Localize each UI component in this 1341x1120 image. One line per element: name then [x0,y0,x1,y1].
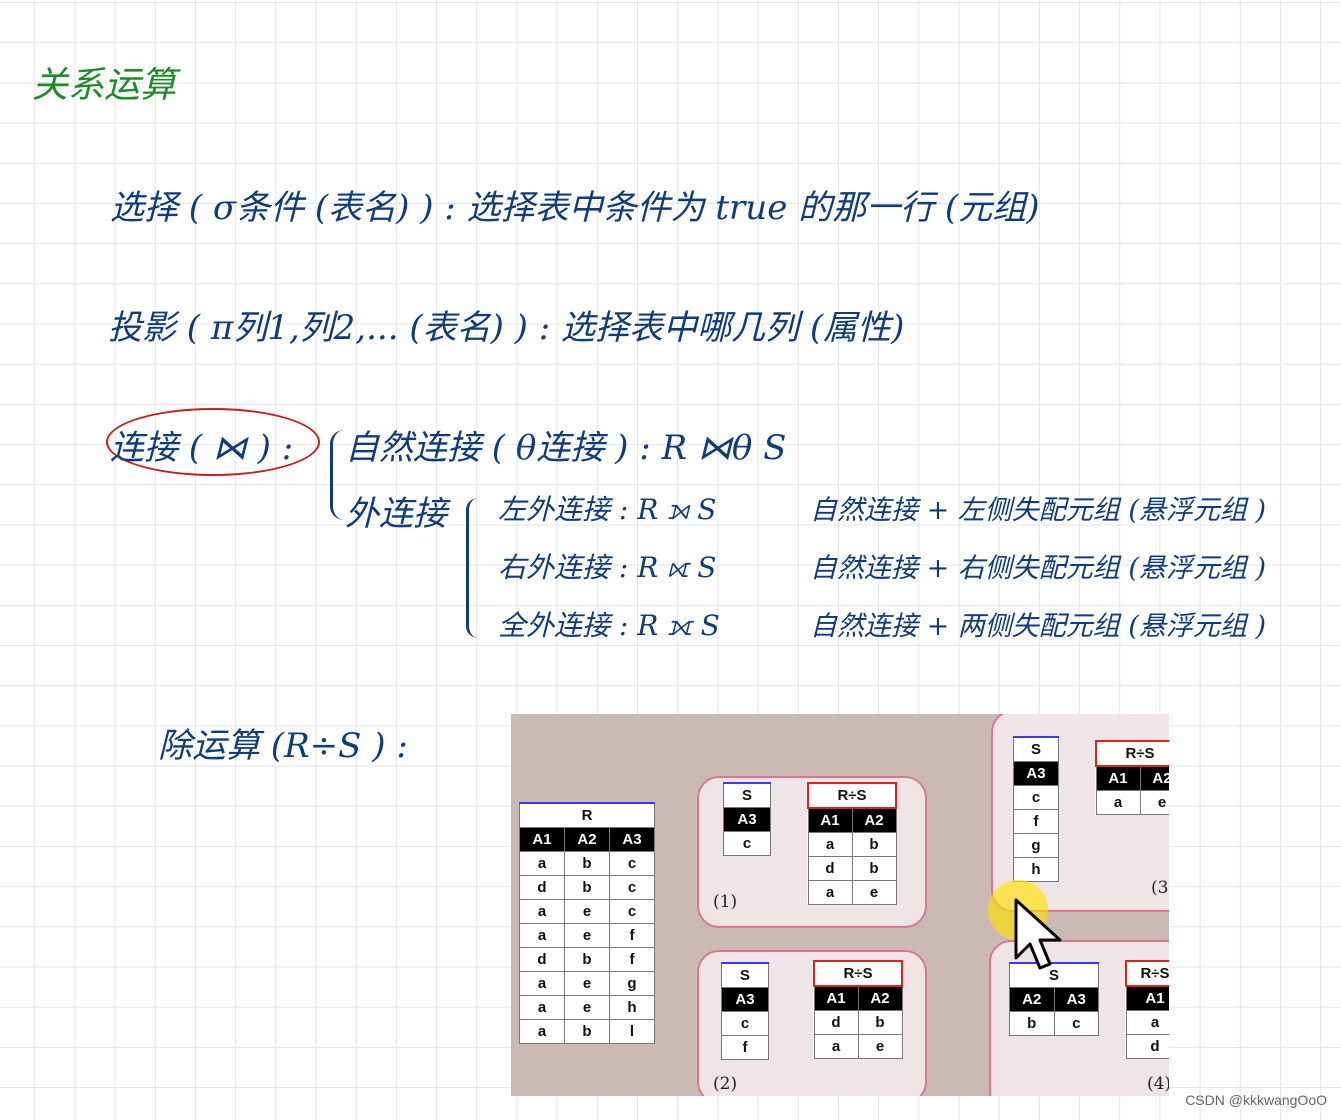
table-cell: e [564,971,610,996]
table-s-case3: S A3 c f g h [1013,736,1059,882]
table-cell: b [851,832,897,857]
column-header: A2 [564,827,610,852]
pointer-icon [1014,898,1062,970]
table-cell: g [1013,833,1059,858]
table-s-case1: S A3 c [723,782,771,856]
table-caption: R÷S [1125,960,1169,987]
table-cell: d [813,1010,859,1035]
table-cell: f [609,947,655,972]
table-cell: d [519,875,565,900]
table-cell: a [519,995,565,1020]
table-result-case1: R÷S A1 A2 ab db ae [807,782,897,905]
table-cell: h [609,995,655,1020]
case-label: (1) [713,892,738,912]
table-caption: S [721,962,769,988]
page-title: 关系运算 [32,65,177,106]
table-result-case3: R÷S A1 A2 ae [1095,740,1169,815]
table-cell: a [519,899,565,924]
table-cell: a [1095,790,1141,815]
table-cell: e [851,880,897,905]
table-result-case4: R÷S A1 a d [1125,960,1169,1059]
column-header: A2 [851,807,897,833]
join-note-label: 连接 ( ⋈ ) : [110,428,294,468]
division-note: 除运算 (R÷S ) : [158,726,408,766]
table-s-case2: S A3 c f [721,962,769,1060]
table-cell: f [1013,809,1059,834]
outer-join-label: 外连接 [345,494,447,534]
full-outer-join-desc: 自然连接 + 两侧失配元组 (悬浮元组 ) [810,611,1267,642]
column-header: A1 [813,985,859,1011]
table-cell: a [807,832,853,857]
table-cell: b [564,1019,610,1044]
table-cell: d [519,947,565,972]
outer-join-brace [466,498,481,638]
table-cell: f [609,923,655,948]
mouse-cursor [988,880,1062,970]
table-cell: c [1053,1011,1099,1036]
column-header: A1 [1125,985,1169,1011]
case-label: (4) [1147,1074,1169,1094]
table-caption: R÷S [807,782,897,809]
table-cell: e [564,995,610,1020]
column-header: A3 [723,807,771,832]
table-caption: R÷S [813,960,903,987]
right-outer-join-note: 右外连接 : R ⟖ S [498,551,717,584]
table-cell: c [721,1011,769,1036]
table-cell: b [1009,1011,1055,1036]
case-label: (2) [713,1074,738,1094]
table-cell: e [564,899,610,924]
table-cell: a [807,880,853,905]
table-result-case2: R÷S A1 A2 db ae [813,960,903,1059]
table-cell: b [564,947,610,972]
table-cell: g [609,971,655,996]
table-cell: b [851,856,897,881]
table-cell: c [609,851,655,876]
table-cell: a [519,971,565,996]
table-cell: a [519,1019,565,1044]
table-cell: h [1013,857,1059,882]
column-header: A3 [1013,761,1059,786]
table-cell: c [609,875,655,900]
table-caption: R [519,802,655,828]
column-header: A1 [519,827,565,852]
table-caption: S [1013,736,1059,762]
watermark-credit: CSDN @kkkwangOoO [1185,1092,1327,1108]
table-r: R A1 A2 A3 abc dbc aec aef dbf aeg aeh a… [519,802,655,1044]
table-cell: b [564,851,610,876]
table-cell: c [1013,785,1059,810]
column-header: A1 [1095,765,1141,791]
table-cell: e [857,1034,903,1059]
table-cell: f [721,1035,769,1060]
left-outer-join-note: 左外连接 : R ⟕ S [498,493,717,526]
table-cell: a [519,923,565,948]
projection-note: 投影 ( π列1,列2,... (表名) ) : 选择表中哪几列 (属性) [108,308,905,348]
table-cell: d [807,856,853,881]
column-header: A2 [1139,765,1169,791]
table-cell: b [857,1010,903,1035]
table-cell: a [519,851,565,876]
column-header: A3 [1053,987,1099,1012]
table-cell: e [1139,790,1169,815]
table-cell: e [564,923,610,948]
table-cell: b [564,875,610,900]
table-caption: S [723,782,771,808]
right-outer-join-desc: 自然连接 + 右侧失配元组 (悬浮元组 ) [810,553,1267,584]
case-label: (3 [1151,878,1169,898]
table-cell: c [609,899,655,924]
column-header: A2 [857,985,903,1011]
selection-note: 选择 ( σ条件 (表名) ) : 选择表中条件为 true 的那一行 (元组) [110,188,1040,228]
full-outer-join-note: 全外连接 : R ⟗ S [498,609,720,642]
table-cell: a [1125,1010,1169,1035]
left-outer-join-desc: 自然连接 + 左侧失配元组 (悬浮元组 ) [810,495,1267,526]
column-header: A2 [1009,987,1055,1012]
table-caption: R÷S [1095,740,1169,767]
table-cell: c [723,831,771,856]
column-header: A3 [609,827,655,852]
table-cell: l [609,1019,655,1044]
table-cell: d [1125,1034,1169,1059]
natural-join-note: 自然连接 ( θ连接 ) : R ⋈θ S [345,428,787,468]
column-header: A1 [807,807,853,833]
column-header: A3 [721,987,769,1012]
table-cell: a [813,1034,859,1059]
